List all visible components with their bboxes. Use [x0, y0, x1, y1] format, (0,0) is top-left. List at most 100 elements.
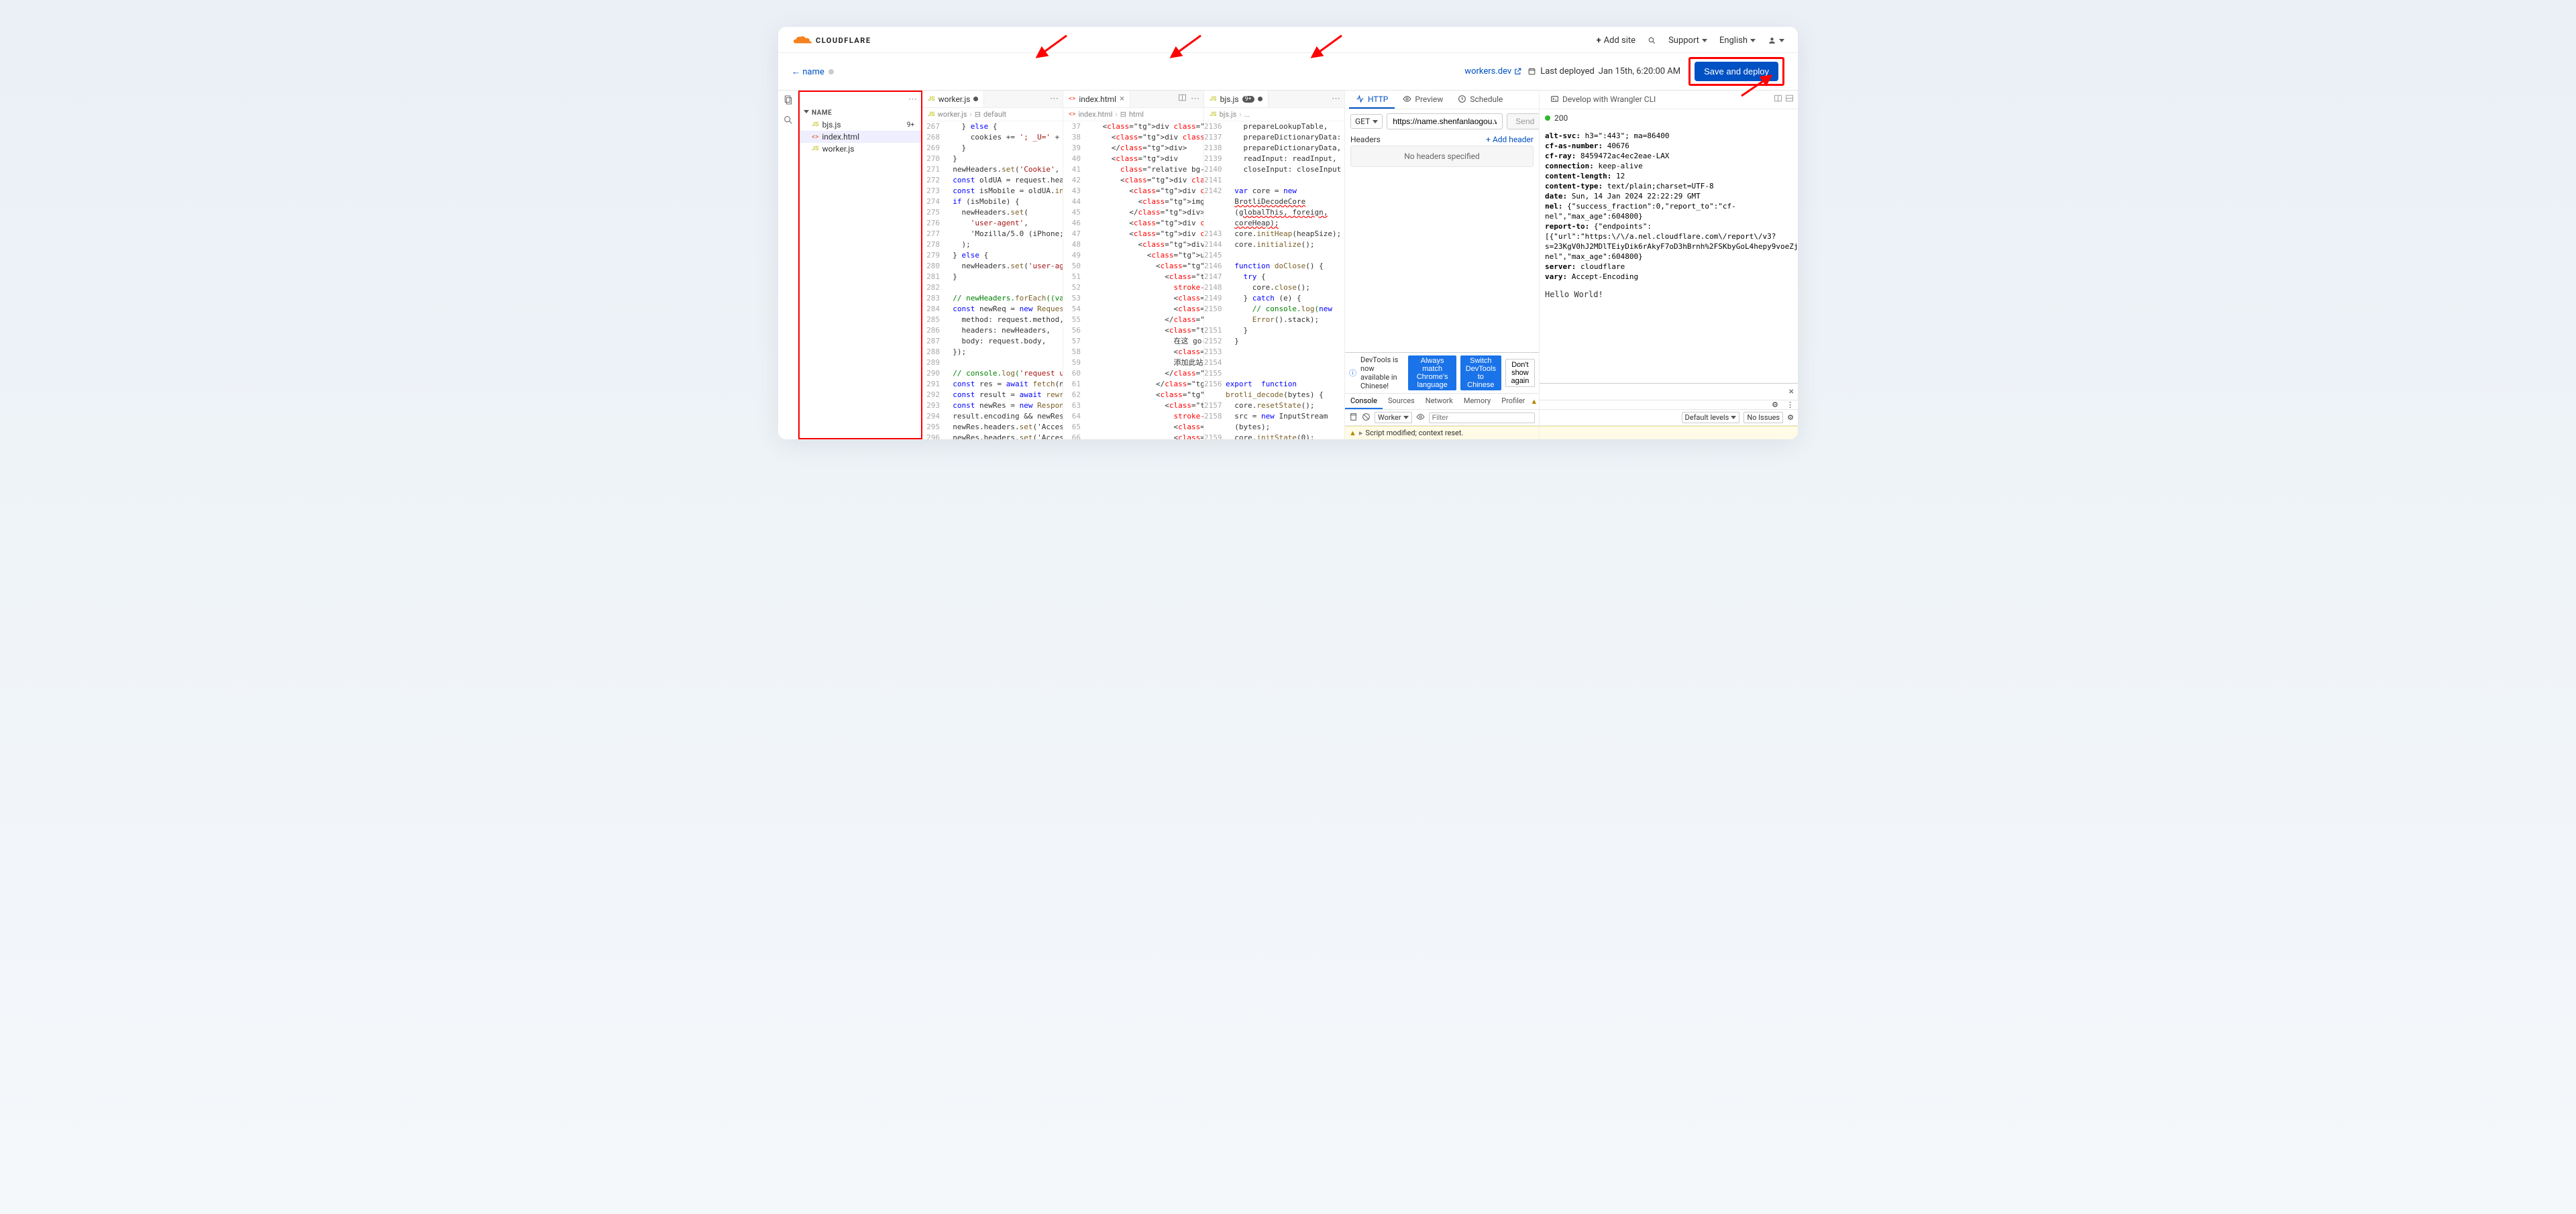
send-button[interactable]: Send: [1507, 113, 1540, 129]
tool-tab-schedule[interactable]: Schedule: [1451, 91, 1509, 109]
close-banner-icon[interactable]: ×: [1789, 386, 1794, 397]
deployed-time: Jan 15th, 6:20:00 AM: [1599, 66, 1680, 76]
split-icon[interactable]: [1178, 93, 1187, 105]
settings-icon[interactable]: ⚙: [1768, 400, 1782, 409]
workers-dev-link[interactable]: workers.dev: [1464, 66, 1522, 76]
live-expression-icon[interactable]: [1416, 412, 1425, 423]
js-icon: JS: [1210, 96, 1217, 103]
devtools-right: × ⚙ ⋮ Default levels No Issues: [1540, 383, 1798, 439]
file-row-worker-js[interactable]: JSworker.js: [800, 143, 921, 155]
tab-label: Develop with Wrangler CLI: [1562, 95, 1656, 104]
explorer-name-header[interactable]: NAME: [800, 107, 921, 119]
context-select[interactable]: Worker: [1375, 412, 1412, 423]
response-header-row: content-type: text/plain;charset=UTF-8: [1545, 181, 1792, 191]
method-select[interactable]: GET: [1350, 114, 1383, 129]
workers-link-label: workers.dev: [1464, 66, 1511, 76]
more-icon[interactable]: ⋮: [1782, 400, 1798, 409]
response-header-row: nel: {"success_fraction":0,"report_to":"…: [1545, 201, 1792, 221]
warnings-badge[interactable]: ▲ 2: [1530, 397, 1540, 406]
account-dropdown[interactable]: [1768, 36, 1784, 45]
add-header-button[interactable]: + Add header: [1486, 135, 1534, 144]
deployed-prefix: Last deployed: [1540, 66, 1595, 76]
modified-dot-icon: [1258, 97, 1263, 101]
method-label: GET: [1355, 117, 1370, 126]
save-deploy-highlight: Save and deploy: [1688, 57, 1784, 86]
editor-worker[interactable]: 267 } else {268 cookies += '; _U=' + ran…: [922, 121, 1063, 439]
explorer-more-icon[interactable]: ⋯: [908, 95, 917, 105]
editor-index[interactable]: 37 <class="tg">div class="relative flex …: [1063, 121, 1203, 439]
brand-text: CLOUDFLARE: [816, 36, 871, 45]
tab-more-icon[interactable]: ⋯: [1191, 94, 1199, 104]
layout-icon[interactable]: [1774, 94, 1782, 105]
problems-badge: 9+: [904, 121, 917, 129]
tab-worker-js[interactable]: JS worker.js: [922, 91, 984, 107]
file-explorer: ⋯ NAME JSbjs.js9+<>index.htmlJSworker.js: [798, 91, 922, 439]
save-deploy-button[interactable]: Save and deploy: [1695, 62, 1778, 81]
breadcrumb-worker: JSworker.js › ⊟default: [922, 108, 1063, 121]
tool-tab-wrangler[interactable]: Develop with Wrangler CLI: [1544, 91, 1662, 109]
banner-text: DevTools is now available in Chinese!: [1360, 355, 1404, 390]
issues-button[interactable]: No Issues: [1743, 412, 1783, 423]
language-dropdown[interactable]: English: [1719, 36, 1756, 46]
devtools-tab-console[interactable]: Console: [1345, 394, 1383, 409]
tab-label: Schedule: [1470, 95, 1503, 104]
devtools-tab-sources[interactable]: Sources: [1383, 394, 1420, 409]
devtools-tab-network[interactable]: Network: [1420, 394, 1458, 409]
layout-icon-2[interactable]: [1785, 94, 1794, 105]
status-code: 200: [1554, 113, 1568, 123]
name-header-label: NAME: [812, 109, 832, 117]
devtools-tab-memory[interactable]: Memory: [1458, 394, 1496, 409]
url-input[interactable]: [1387, 113, 1503, 129]
dont-show-button[interactable]: Don't show again: [1505, 359, 1535, 387]
close-icon[interactable]: ×: [1120, 94, 1124, 104]
response-headers: alt-svc: h3=":443"; ma=86400cf-as-number…: [1540, 127, 1798, 286]
html-icon: <>: [812, 133, 818, 141]
match-language-button[interactable]: Always match Chrome's language: [1408, 355, 1456, 390]
response-header-row: cf-as-number: 40676: [1545, 141, 1792, 151]
js-icon: JS: [812, 121, 819, 128]
js-icon: JS: [812, 146, 819, 152]
response-status: 200: [1540, 109, 1798, 127]
levels-select[interactable]: Default levels: [1682, 412, 1740, 423]
no-headers-msg: No headers specified: [1350, 146, 1534, 167]
support-dropdown[interactable]: Support: [1668, 36, 1707, 46]
response-header-row: connection: keep-alive: [1545, 161, 1792, 171]
search-panel-icon[interactable]: [783, 115, 794, 128]
file-name: bjs.js: [822, 120, 841, 129]
tab-bjs-js[interactable]: JS bjs.js 9+: [1204, 91, 1269, 107]
response-header-row: date: Sun, 14 Jan 2024 22:22:29 GMT: [1545, 191, 1792, 201]
clear-console-icon[interactable]: [1349, 412, 1358, 423]
stop-icon[interactable]: [1362, 412, 1371, 423]
back-link[interactable]: ← name: [792, 66, 824, 77]
editor-bjs[interactable]: 2136 prepareLookupTable,2137 prepareDict…: [1204, 121, 1344, 439]
response-header-row: report-to: {"endpoints":[{"url":"https:\…: [1545, 221, 1792, 262]
response-header-row: server: cloudflare: [1545, 262, 1792, 272]
file-row-bjs-js[interactable]: JSbjs.js 9+: [800, 119, 921, 131]
switch-language-button[interactable]: Switch DevTools to Chinese: [1460, 355, 1501, 390]
console-message-spacer: [1540, 426, 1798, 439]
info-icon: ⓘ: [1349, 368, 1356, 378]
file-name: index.html: [822, 132, 859, 142]
tool-tab-preview[interactable]: Preview: [1396, 91, 1450, 109]
search-icon[interactable]: [1648, 36, 1656, 45]
breadcrumb-bjs: JSbjs.js › ...: [1204, 108, 1344, 121]
file-row-index-html[interactable]: <> index.html: [800, 131, 921, 143]
settings-icon[interactable]: ⚙: [1787, 413, 1794, 422]
last-deployed: Last deployed Jan 15th, 6:20:00 AM: [1527, 66, 1680, 76]
add-site-button[interactable]: + Add site: [1597, 36, 1635, 46]
tool-tab-http[interactable]: HTTP: [1349, 91, 1395, 109]
cloudflare-logo[interactable]: [792, 34, 816, 47]
tab-index-html[interactable]: <> index.html ×: [1063, 91, 1130, 107]
status-dot-icon: [828, 69, 834, 74]
explorer-icon[interactable]: [783, 95, 794, 108]
modified-dot-icon: [973, 97, 978, 101]
console-message-text: Script modified; context reset.: [1365, 429, 1463, 437]
chevron-down-icon: [804, 110, 809, 116]
tab-more-icon[interactable]: ⋯: [1332, 94, 1340, 104]
file-name: worker.js: [822, 144, 855, 154]
tab-label: bjs.js: [1220, 95, 1239, 104]
tab-more-icon[interactable]: ⋯: [1050, 94, 1059, 104]
tab-label: HTTP: [1368, 95, 1388, 104]
devtools-tab-profiler[interactable]: Profiler: [1496, 394, 1530, 409]
filter-input[interactable]: [1429, 412, 1535, 423]
